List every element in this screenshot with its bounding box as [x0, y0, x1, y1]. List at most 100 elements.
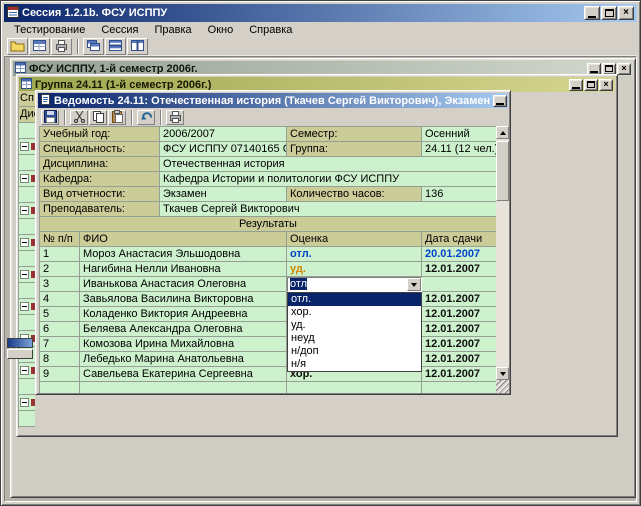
occluded-grid-row	[19, 171, 35, 187]
restore-button[interactable]	[584, 79, 598, 91]
tree-expander-icon[interactable]	[20, 270, 29, 279]
scroll-down-button[interactable]	[496, 367, 509, 380]
student-name[interactable]: Комозова Ирина Михайловна	[80, 337, 287, 352]
student-name[interactable]: Савельева Екатерина Сергеевна	[80, 367, 287, 382]
student-name[interactable]: Иванькова Анастасия Олеговна	[80, 277, 287, 292]
scroll-up-button[interactable]	[496, 126, 509, 139]
paste-button[interactable]	[108, 110, 126, 125]
menu-item-testing[interactable]: Тестирование	[6, 23, 93, 37]
menu-item-edit[interactable]: Правка	[146, 23, 199, 37]
form-value[interactable]: Ткачев Сергей Викторович	[160, 202, 496, 217]
cut-button[interactable]	[70, 110, 88, 125]
form-value[interactable]: Кафедра Истории и политологии ФСУ ИСППУ	[160, 172, 496, 187]
grade-cell[interactable]	[287, 382, 422, 393]
save-button[interactable]	[41, 110, 59, 125]
tree-expander-icon[interactable]	[20, 174, 29, 183]
minimize-button[interactable]	[584, 6, 600, 20]
date-cell[interactable]: 12.01.2007	[422, 367, 496, 382]
close-button[interactable]: ×	[599, 79, 613, 91]
grade-cell[interactable]: отл.	[287, 247, 422, 262]
form-label: Учебный год:	[40, 127, 160, 142]
toolbar-separator	[64, 110, 66, 125]
app-titlebar[interactable]: Сессия 1.2.1b. ФСУ ИСППУ ×	[4, 4, 637, 22]
form-value[interactable]: Осенний	[422, 127, 496, 142]
dropdown-option[interactable]: неуд	[288, 332, 421, 345]
print-button[interactable]	[51, 38, 72, 55]
vertical-scrollbar[interactable]	[496, 126, 509, 380]
minimized-window-fragment	[7, 349, 33, 359]
form-label: Группа:	[287, 142, 422, 157]
menu-item-session[interactable]: Сессия	[93, 23, 146, 37]
gradesheet-title: Ведомость 24.11: Отечественная история (…	[54, 95, 490, 107]
student-name[interactable]	[80, 382, 287, 393]
minimize-button[interactable]	[493, 95, 507, 107]
date-cell[interactable]: 12.01.2007	[422, 322, 496, 337]
dropdown-option[interactable]: н/доп	[288, 345, 421, 358]
student-name[interactable]: Нагибина Нелли Ивановна	[80, 262, 287, 277]
student-name[interactable]: Лебедько Марина Анатольевна	[80, 352, 287, 367]
close-button[interactable]: ×	[617, 63, 631, 75]
dropdown-option[interactable]: н/я	[288, 358, 421, 371]
cascade-windows-button[interactable]	[83, 38, 104, 55]
gradesheet-titlebar[interactable]: Ведомость 24.11: Отечественная история (…	[38, 93, 508, 108]
date-cell[interactable]: 20.01.2007	[422, 247, 496, 262]
form-value[interactable]: 136	[422, 187, 496, 202]
dropdown-option[interactable]: хор.	[288, 306, 421, 319]
app-title: Сессия 1.2.1b. ФСУ ИСППУ	[22, 7, 167, 19]
tree-expander-icon[interactable]	[20, 206, 29, 215]
gradesheet-window: Ведомость 24.11: Отечественная история (…	[35, 90, 511, 395]
form-value[interactable]: Экзамен	[160, 187, 287, 202]
form-label: Количество часов:	[287, 187, 422, 202]
form-value[interactable]: 2006/2007	[160, 127, 287, 142]
student-name[interactable]: Коладенко Виктория Андреевна	[80, 307, 287, 322]
date-cell[interactable]	[422, 277, 496, 292]
dropdown-option[interactable]: уд.	[288, 319, 421, 332]
tree-expander-icon[interactable]	[20, 366, 29, 375]
restore-button[interactable]	[602, 63, 616, 75]
minimize-button[interactable]	[569, 79, 583, 91]
grade-combobox-value[interactable]: отл	[288, 278, 407, 291]
tree-expander-icon[interactable]	[20, 398, 29, 407]
grade-cell[interactable]: уд.	[287, 262, 422, 277]
date-cell[interactable]: 12.01.2007	[422, 352, 496, 367]
copy-button[interactable]	[89, 110, 107, 125]
student-name[interactable]: Беляева Александра Олеговна	[80, 322, 287, 337]
tile-vertical-button[interactable]	[127, 38, 148, 55]
undo-icon	[140, 110, 153, 126]
resize-grip[interactable]	[496, 380, 509, 393]
grade-combobox[interactable]: отл	[287, 277, 422, 292]
close-button[interactable]: ×	[618, 6, 634, 20]
print-button[interactable]	[166, 110, 184, 125]
tree-expander-icon[interactable]	[20, 238, 29, 247]
student-name[interactable]: Завьялова Василина Викторовна	[80, 292, 287, 307]
date-cell[interactable]: 12.01.2007	[422, 262, 496, 277]
minimize-button[interactable]	[587, 63, 601, 75]
row-num: 7	[40, 337, 80, 352]
date-cell[interactable]: 12.01.2007	[422, 337, 496, 352]
student-name[interactable]: Мороз Анастасия Эльшодовна	[80, 247, 287, 262]
menu-item-window[interactable]: Окно	[200, 23, 242, 37]
tile-horizontal-button[interactable]	[105, 38, 126, 55]
form-value[interactable]: 24.11 (12 чел.)	[422, 142, 496, 157]
menu-item-help[interactable]: Справка	[241, 23, 300, 37]
scrollbar-thumb[interactable]	[496, 141, 509, 201]
date-cell[interactable]: 12.01.2007	[422, 292, 496, 307]
form-value[interactable]: ФСУ ИСППУ 07140165 СКД	[160, 142, 287, 157]
combobox-dropdown-button[interactable]	[407, 278, 421, 291]
tree-expander-icon[interactable]	[20, 142, 29, 151]
open-button[interactable]	[7, 38, 28, 55]
row-num: 6	[40, 322, 80, 337]
form-label: Вид отчетности:	[40, 187, 160, 202]
maximize-button[interactable]	[601, 6, 617, 20]
tree-expander-icon[interactable]	[20, 302, 29, 311]
report-button[interactable]	[29, 38, 50, 55]
dropdown-option[interactable]: отл.	[288, 293, 421, 306]
gradesheet-grid: Учебный год: 2006/2007 Семестр: Осенний …	[39, 126, 496, 393]
results-section-title: Результаты	[40, 217, 496, 232]
group-window-title: Группа 24.11 (1-й семестр 2006г.)	[35, 79, 211, 91]
row-num: 9	[40, 367, 80, 382]
date-cell[interactable]: 12.01.2007	[422, 307, 496, 322]
date-cell[interactable]	[422, 382, 496, 393]
undo-button[interactable]	[137, 110, 155, 125]
form-value[interactable]: Отечественная история	[160, 157, 496, 172]
